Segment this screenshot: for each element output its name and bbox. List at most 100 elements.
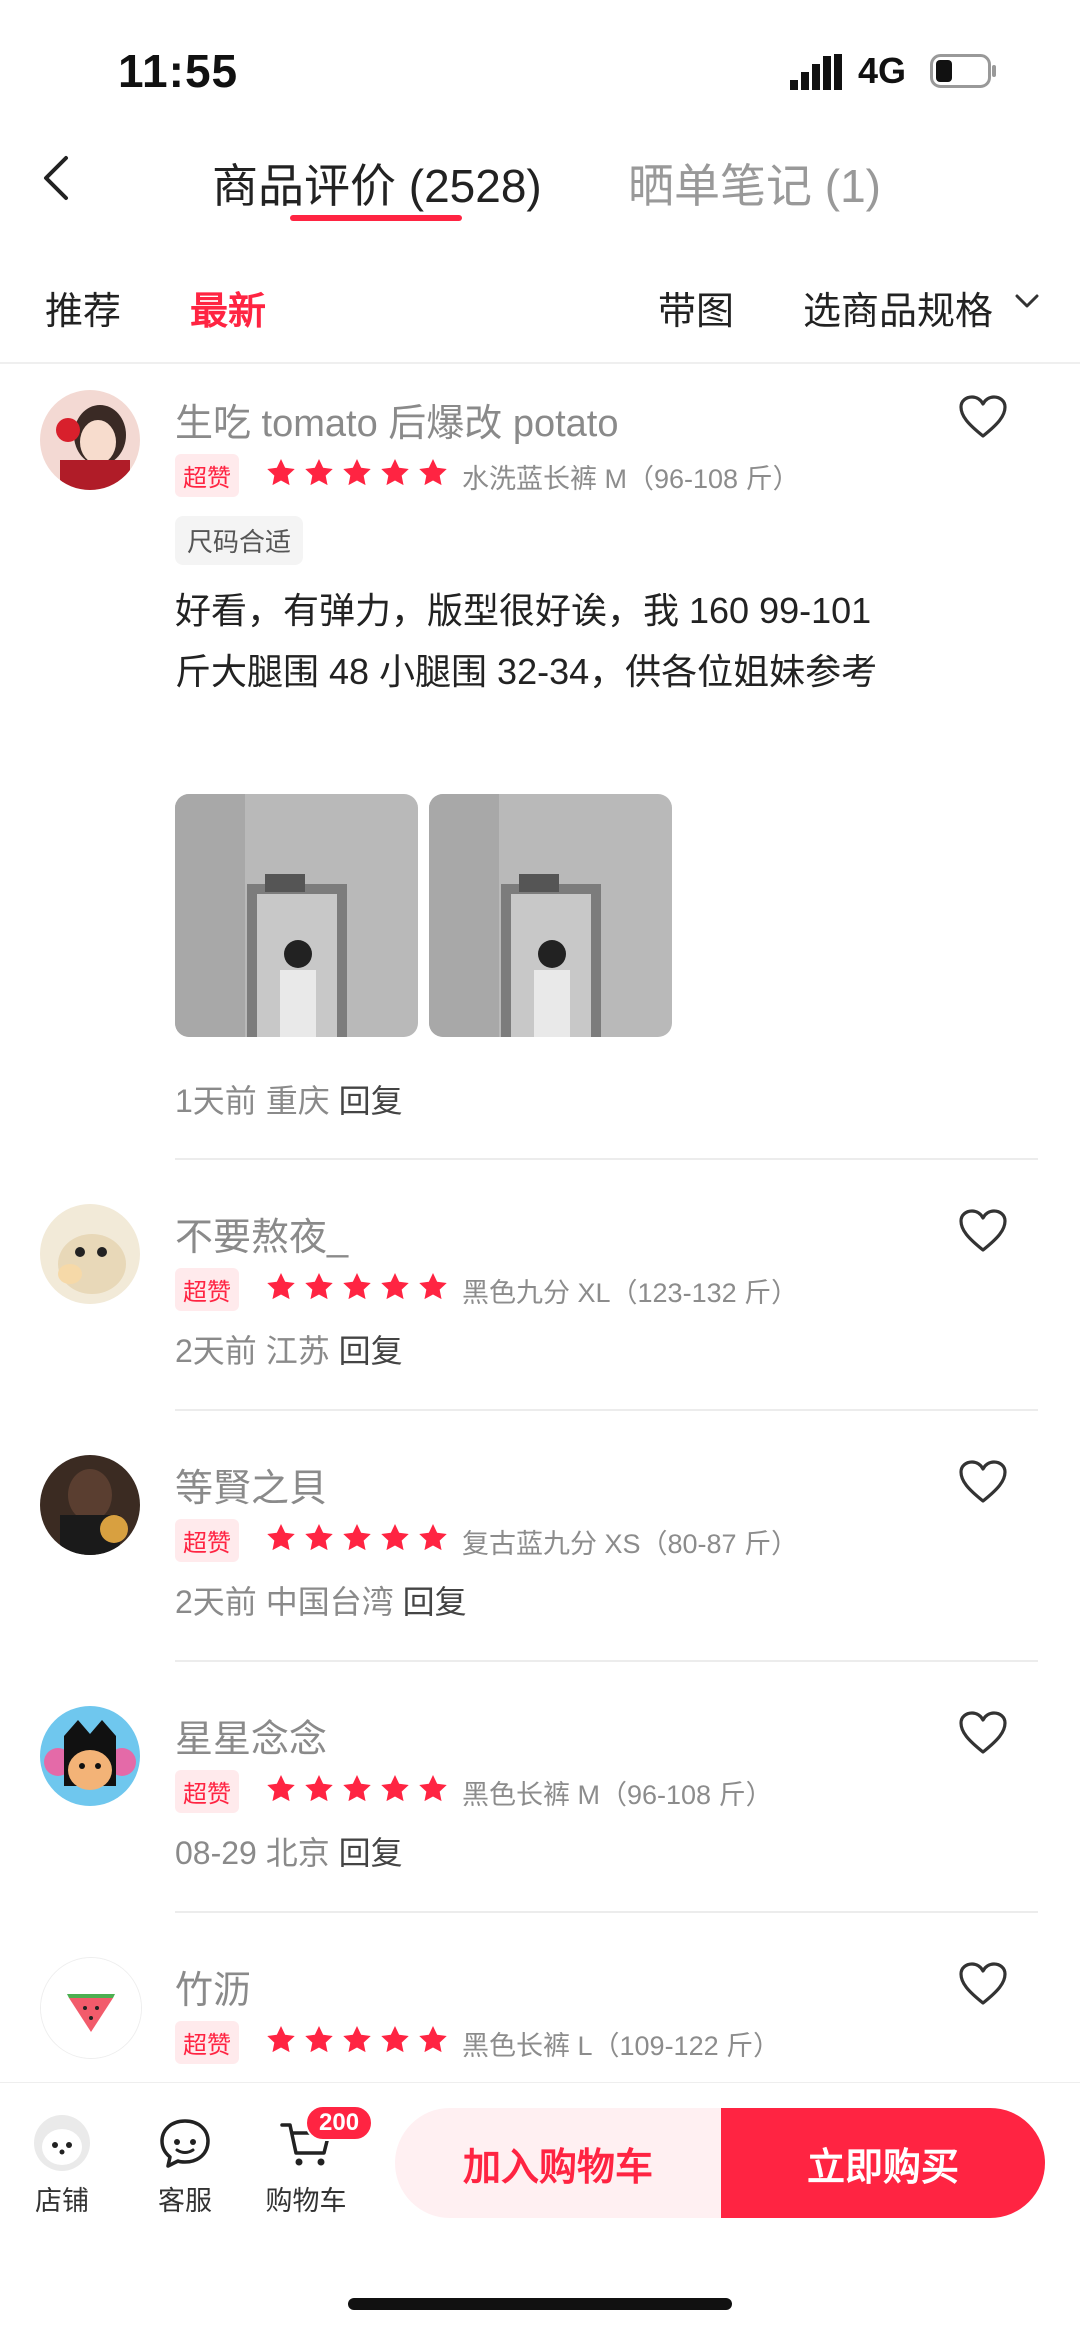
review-meta: 1天前 重庆 回复 bbox=[175, 1076, 403, 1122]
review-text: 好看，有弹力，版型很好诶，我 160 99-101 斤大腿围 48 小腿围 32… bbox=[175, 590, 878, 692]
back-icon[interactable] bbox=[36, 150, 76, 206]
star-icon bbox=[381, 459, 409, 486]
rating-badge: 超赞 bbox=[175, 2021, 239, 2064]
star-icon bbox=[343, 1273, 371, 1300]
star-rating bbox=[265, 2024, 449, 2056]
review-meta: 2天前 中国台湾 回复 bbox=[175, 1577, 467, 1623]
avatar[interactable] bbox=[40, 1204, 140, 1304]
review-divider bbox=[175, 1911, 1038, 1913]
star-icon bbox=[381, 1273, 409, 1300]
tab-notes[interactable]: 晒单笔记 (1) bbox=[628, 150, 881, 216]
star-icon bbox=[419, 459, 447, 486]
star-icon bbox=[419, 2026, 447, 2053]
star-icon bbox=[343, 1524, 371, 1551]
size-tag: 尺码合适 bbox=[175, 516, 304, 565]
reply-button[interactable]: 回复 bbox=[339, 1333, 403, 1369]
network-type: 4G bbox=[858, 50, 907, 91]
reviewer-name: 星星念念 bbox=[175, 1719, 328, 1761]
chevron-down-icon[interactable] bbox=[1014, 292, 1040, 310]
review-meta: 08-29 北京 回复 bbox=[175, 1828, 403, 1874]
service-label: 客服 bbox=[158, 2186, 212, 2216]
heart-icon[interactable] bbox=[958, 1208, 1008, 1254]
rating-badge: 超赞 bbox=[175, 454, 239, 497]
star-icon bbox=[267, 1273, 295, 1300]
heart-icon[interactable] bbox=[958, 1710, 1008, 1756]
star-rating bbox=[265, 1522, 449, 1554]
star-icon bbox=[343, 2026, 371, 2053]
product-spec: 黑色九分 XL（123-132 斤） bbox=[462, 1278, 799, 1308]
shop-button[interactable]: 店铺 bbox=[12, 2113, 112, 2218]
star-rating bbox=[265, 1773, 449, 1805]
rating-badge: 超赞 bbox=[175, 1519, 239, 1562]
star-icon bbox=[305, 459, 333, 486]
star-icon bbox=[343, 459, 371, 486]
star-icon bbox=[305, 1524, 333, 1551]
review-photo[interactable] bbox=[429, 794, 672, 1037]
filter-recommend[interactable]: 推荐 bbox=[45, 280, 121, 335]
star-icon bbox=[381, 1524, 409, 1551]
star-icon bbox=[419, 1775, 447, 1802]
review-photo[interactable] bbox=[175, 794, 418, 1037]
add-to-cart-button[interactable]: 加入购物车 bbox=[395, 2108, 721, 2218]
review-divider bbox=[175, 1409, 1038, 1411]
star-icon bbox=[419, 1273, 447, 1300]
reviewer-name: 等賢之貝 bbox=[175, 1468, 328, 1510]
review-meta: 2天前 江苏 回复 bbox=[175, 1326, 403, 1372]
heart-icon[interactable] bbox=[958, 1961, 1008, 2007]
signal-icon bbox=[790, 54, 842, 90]
reply-button[interactable]: 回复 bbox=[339, 1083, 403, 1119]
star-rating bbox=[265, 457, 449, 489]
reviewer-name: 竹沥 bbox=[175, 1970, 252, 2012]
status-time: 11:55 bbox=[118, 45, 239, 97]
product-spec: 水洗蓝长裤 M（96-108 斤） bbox=[462, 464, 800, 494]
shop-label: 店铺 bbox=[35, 2186, 89, 2216]
heart-icon[interactable] bbox=[958, 1459, 1008, 1505]
bottom-action-bar: 店铺 客服 购物车 200 加入购物车 立即购买 bbox=[0, 2082, 1080, 2338]
shop-avatar-icon bbox=[34, 2115, 90, 2171]
reply-button[interactable]: 回复 bbox=[339, 1835, 403, 1871]
filter-with-images[interactable]: 带图 bbox=[658, 280, 734, 335]
rating-badge: 超赞 bbox=[175, 1268, 239, 1311]
filter-divider bbox=[0, 362, 1080, 364]
battery-icon bbox=[930, 54, 996, 88]
avatar[interactable] bbox=[40, 1455, 140, 1555]
time-location: 2天前 江苏 bbox=[175, 1333, 330, 1369]
filter-latest[interactable]: 最新 bbox=[190, 280, 266, 335]
product-spec: 复古蓝九分 XS（80-87 斤） bbox=[462, 1529, 799, 1559]
active-tab-indicator bbox=[290, 215, 462, 221]
star-icon bbox=[381, 1775, 409, 1802]
cart-count-badge: 200 bbox=[305, 2105, 374, 2141]
filter-select-spec[interactable]: 选商品规格 bbox=[803, 280, 993, 335]
star-icon bbox=[267, 1775, 295, 1802]
avatar[interactable] bbox=[40, 1706, 140, 1806]
star-icon bbox=[305, 2026, 333, 2053]
product-spec: 黑色长裤 L（109-122 斤） bbox=[462, 2031, 781, 2061]
star-icon bbox=[419, 1524, 447, 1551]
star-rating bbox=[265, 1271, 449, 1303]
reply-button[interactable]: 回复 bbox=[403, 1584, 467, 1620]
home-indicator bbox=[348, 2298, 732, 2310]
star-icon bbox=[267, 2026, 295, 2053]
star-icon bbox=[267, 459, 295, 486]
status-bar: 11:55 4G bbox=[0, 0, 1080, 130]
rating-badge: 超赞 bbox=[175, 1770, 239, 1813]
reviewer-name: 不要熬夜_ bbox=[175, 1217, 349, 1259]
star-icon bbox=[305, 1775, 333, 1802]
cart-label: 购物车 bbox=[265, 2186, 347, 2216]
buy-now-button[interactable]: 立即购买 bbox=[721, 2108, 1045, 2218]
time-location: 1天前 重庆 bbox=[175, 1083, 330, 1119]
time-location: 08-29 北京 bbox=[175, 1835, 330, 1871]
avatar[interactable] bbox=[40, 1957, 142, 2059]
avatar[interactable] bbox=[40, 390, 140, 490]
service-button[interactable]: 客服 bbox=[135, 2113, 235, 2218]
review-divider bbox=[175, 1660, 1038, 1662]
review-divider bbox=[175, 1158, 1038, 1160]
chat-icon bbox=[160, 2119, 210, 2168]
tab-reviews[interactable]: 商品评价 (2528) bbox=[212, 150, 542, 216]
heart-icon[interactable] bbox=[958, 394, 1008, 440]
time-location: 2天前 中国台湾 bbox=[175, 1584, 394, 1620]
star-icon bbox=[267, 1524, 295, 1551]
star-icon bbox=[381, 2026, 409, 2053]
product-spec: 黑色长裤 M（96-108 斤） bbox=[462, 1780, 773, 1810]
reviewer-name: 生吃 tomato 后爆改 potato bbox=[175, 403, 619, 445]
